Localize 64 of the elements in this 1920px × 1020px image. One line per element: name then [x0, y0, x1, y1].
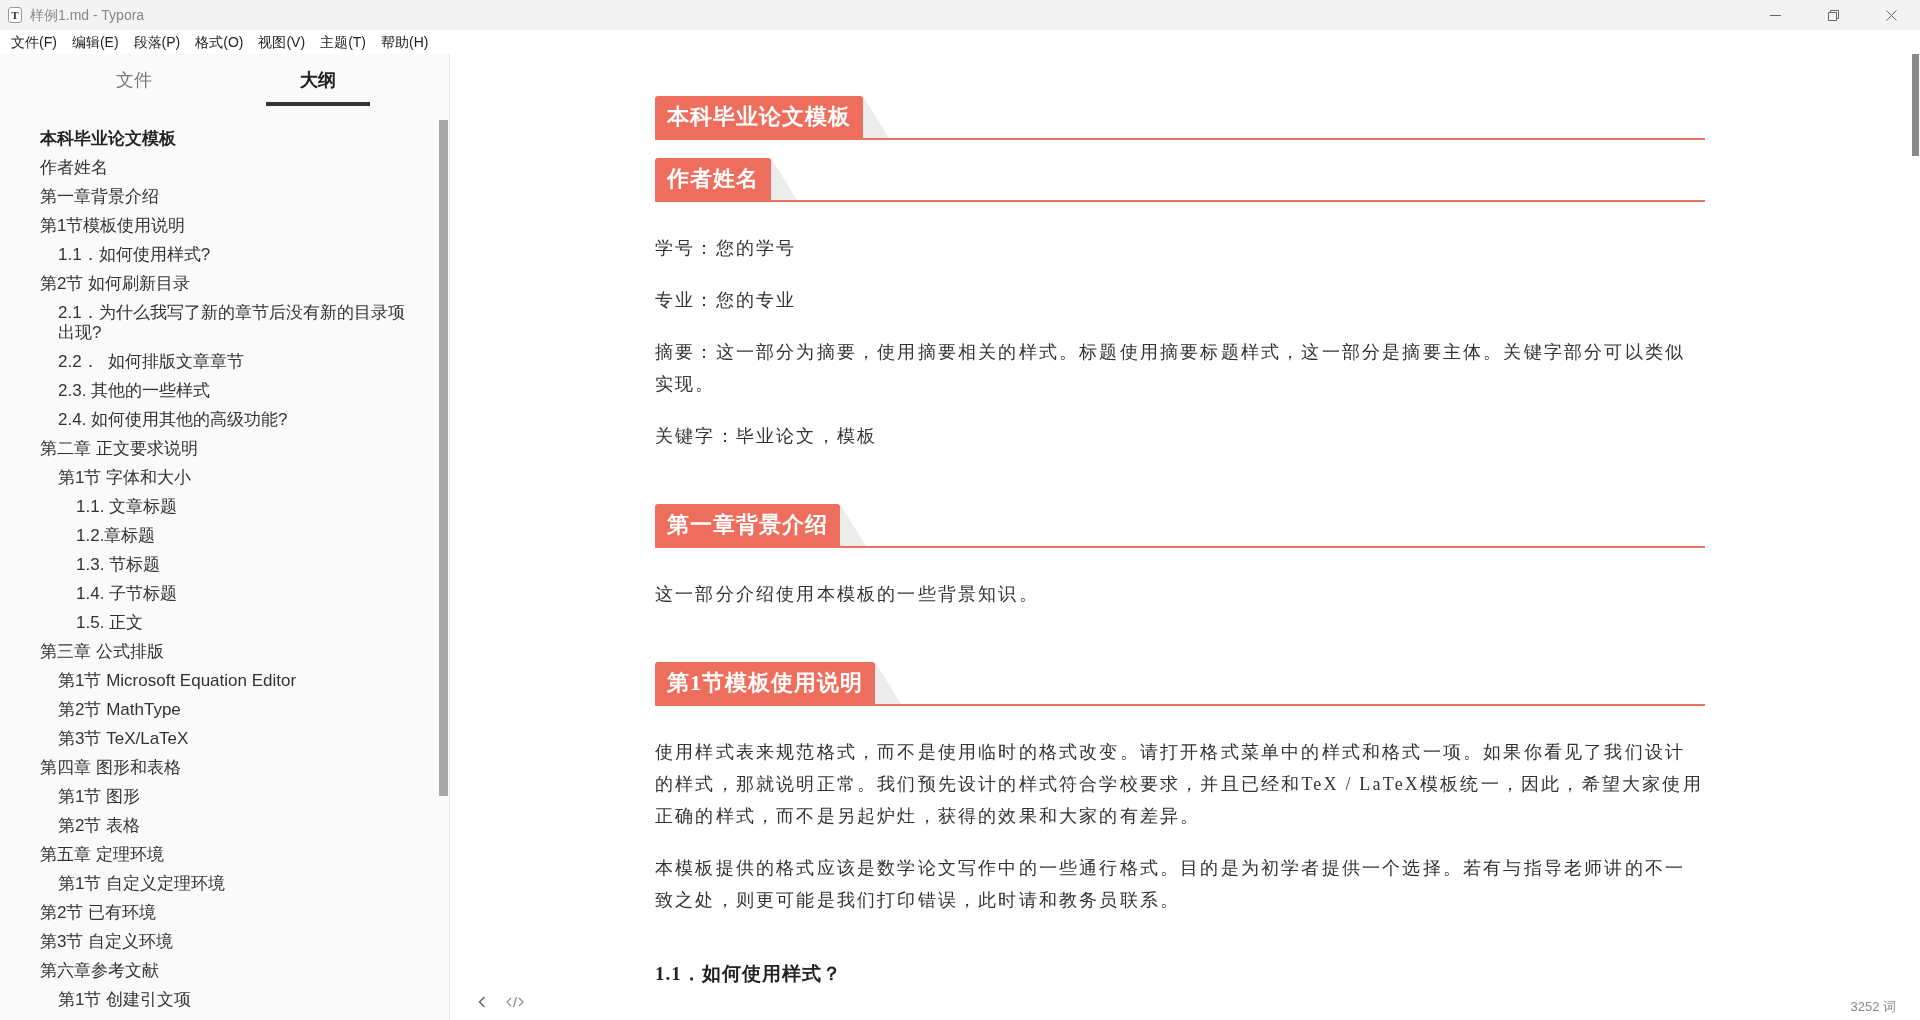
heading-shadow: [875, 662, 901, 704]
menu-item[interactable]: 主题(T): [313, 31, 373, 53]
outline-item[interactable]: 第1节 字体和大小: [40, 463, 421, 492]
outline-item[interactable]: 本科毕业论文模板: [40, 124, 421, 153]
outline-item[interactable]: 第1节 Microsoft Equation Editor: [40, 666, 421, 695]
outline-item[interactable]: 1.5. 正文: [40, 608, 421, 637]
menu-item[interactable]: 帮助(H): [374, 31, 436, 53]
menu-item[interactable]: 视图(V): [251, 31, 313, 53]
section-heading: 第一章背景介绍: [655, 504, 840, 546]
paragraph: 本模板提供的格式应该是数学论文写作中的一些通行格式。目的是为初学者提供一个选择。若有与指导老师讲的不一致之处，则更可能是我们打印错误，此时请和教务员联系。: [655, 857, 1687, 912]
outline-item[interactable]: 第五章 定理环境: [40, 840, 421, 869]
outline-item[interactable]: 第1节 图形: [40, 782, 421, 811]
heading-shadow: [840, 504, 866, 546]
section-heading: 本科毕业论文模板: [655, 96, 863, 138]
close-icon: [1885, 9, 1897, 21]
minimize-icon: [1769, 14, 1781, 16]
outline-item[interactable]: 第1节 创建引文项: [40, 985, 421, 1014]
menu-item[interactable]: 段落(P): [126, 31, 188, 53]
outline-item[interactable]: 第三章 公式排版: [40, 637, 421, 666]
outline-item[interactable]: 1.2.章标题: [40, 521, 421, 550]
outline-item[interactable]: 第二章 正文要求说明: [40, 434, 421, 463]
outline-item[interactable]: 第四章 图形和表格: [40, 753, 421, 782]
outline-item[interactable]: 1.1．如何使用样式?: [40, 240, 421, 269]
outline-item[interactable]: 1.4. 子节标题: [40, 579, 421, 608]
outline-item[interactable]: 2.4. 如何使用其他的高级功能?: [40, 405, 421, 434]
outline-item[interactable]: 1.3. 节标题: [40, 550, 421, 579]
heading-shadow: [863, 96, 889, 138]
scrollbar-thumb[interactable]: [439, 120, 448, 796]
outline-item[interactable]: 第1节 自定义定理环境: [40, 869, 421, 898]
outline-item[interactable]: 2.1．为什么我写了新的章节后没有新的目录项出现?: [40, 298, 421, 347]
section-heading: 第1节模板使用说明: [655, 662, 875, 704]
chevron-left-icon: [478, 996, 486, 1008]
window-title: 样例1.md - Typora: [30, 5, 145, 25]
scrollbar-thumb[interactable]: [1912, 54, 1919, 156]
app-icon: T: [8, 7, 22, 23]
code-icon: [506, 996, 524, 1008]
restore-icon: [1827, 9, 1839, 21]
paragraph: 学号：您的学号: [655, 237, 798, 260]
paragraph: 关键字：毕业论文，模板: [655, 425, 879, 448]
outline-item[interactable]: 第一章背景介绍: [40, 182, 421, 211]
menu-item[interactable]: 格式(O): [188, 31, 251, 53]
outline-item[interactable]: 第2节 表格: [40, 811, 421, 840]
menu-item[interactable]: 编辑(E): [64, 31, 126, 53]
outline-item[interactable]: 第2节 如何刷新目录: [40, 269, 421, 298]
outline-item[interactable]: 第3节 TeX/LaTeX: [40, 724, 421, 753]
paragraph: 这一部分介绍使用本模板的一些背景知识。: [655, 583, 1040, 606]
subsection-heading: 1.1．如何使用样式？: [655, 962, 843, 986]
outline-item[interactable]: 第3节 自定义环境: [40, 927, 421, 956]
outline-item[interactable]: 2.3. 其他的一些样式: [40, 376, 421, 405]
outline-item[interactable]: 第2节 已有环境: [40, 898, 421, 927]
paragraph: 摘要：这一部分为摘要，使用摘要相关的样式。标题使用摘要标题样式，这一部分是摘要主体。关键字部分可以类似实现。: [655, 341, 1687, 396]
outline-item[interactable]: 第六章参考文献: [40, 956, 421, 985]
sidebar-tab[interactable]: 文件: [82, 54, 186, 106]
sidebar-tab[interactable]: 大纲: [266, 54, 370, 106]
outline-item[interactable]: 2.2． 如何排版文章章节: [40, 347, 421, 376]
paragraph: 专业：您的专业: [655, 289, 798, 312]
outline-item[interactable]: 作者姓名: [40, 153, 421, 182]
paragraph: 使用样式表来规范格式，而不是使用临时的格式改变。请打开格式菜单中的样式和格式一项。如果你看见了我们设计的样式，那就说明正常。我们预先设计的样式符合学校要求，并且已经和TeX / LaTeX模板统一，因此，希望大家使用正确的样式，而不是另起炉灶，获得的效果和大家的有差异。: [655, 741, 1704, 828]
outline-item[interactable]: 第2节 MathType: [40, 695, 421, 724]
menu-item[interactable]: 文件(F): [4, 31, 64, 53]
outline-item[interactable]: 1.1. 文章标题: [40, 492, 421, 521]
outline-item[interactable]: 第1节模板使用说明: [40, 211, 421, 240]
section-heading: 作者姓名: [655, 158, 771, 200]
heading-shadow: [771, 158, 797, 200]
